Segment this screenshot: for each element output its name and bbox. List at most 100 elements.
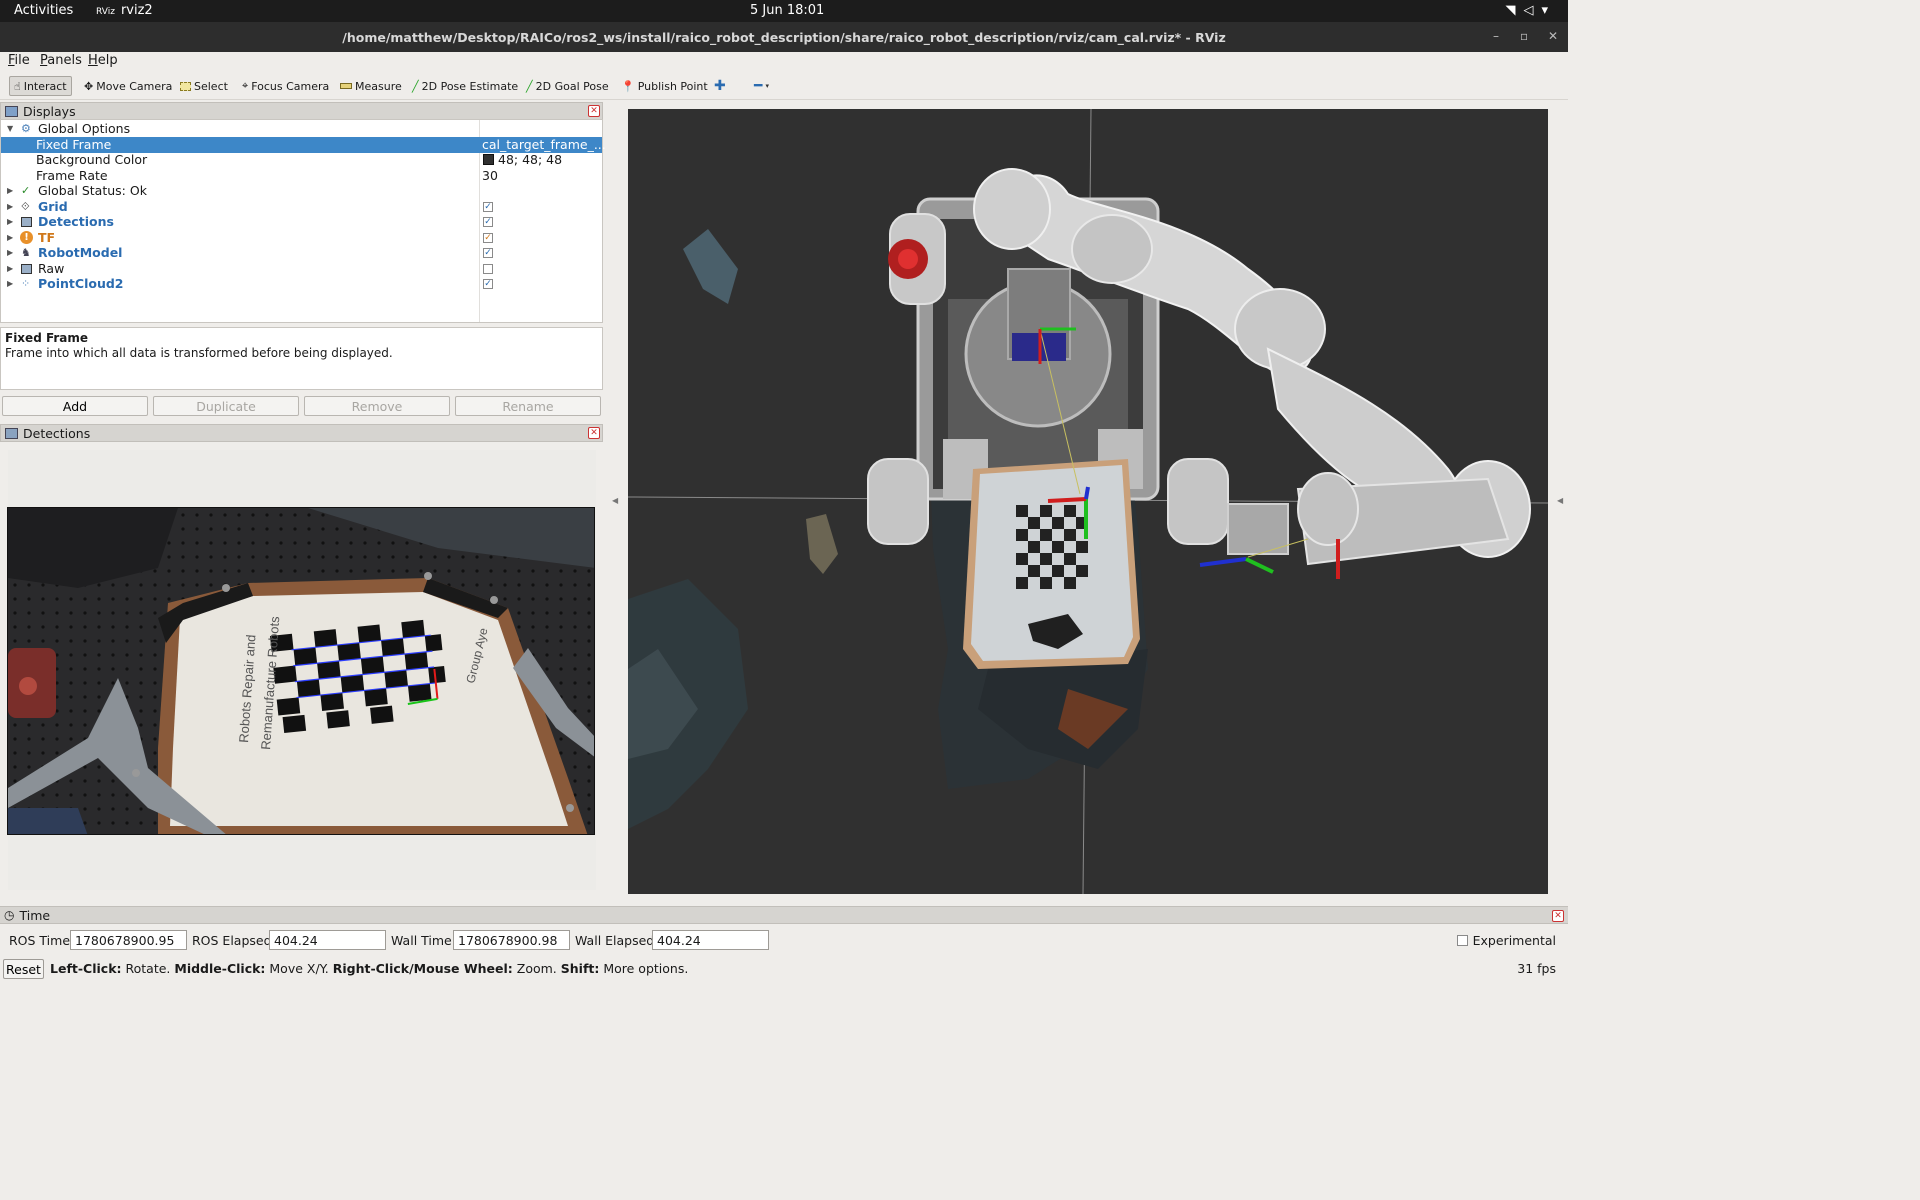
measure-tool[interactable]: Measure bbox=[336, 76, 406, 96]
goal-arrow-icon: ╱ bbox=[526, 79, 533, 93]
display-row-global-options[interactable]: ▼ ⚙ Global Options bbox=[1, 121, 602, 137]
grid-enabled-checkbox[interactable]: ✓ bbox=[483, 201, 493, 212]
volume-icon: ◁ bbox=[1523, 3, 1542, 18]
displays-tree[interactable]: ▼ ⚙ Global Options Fixed Frame cal_targe… bbox=[0, 119, 606, 323]
display-row-raw[interactable]: ▶ Raw bbox=[1, 261, 602, 277]
focus-camera-tool[interactable]: ⌖ Focus Camera bbox=[238, 76, 333, 96]
close-window-icon[interactable]: ✕ bbox=[1548, 29, 1558, 43]
display-row-background-color[interactable]: Background Color 48; 48; 48 bbox=[1, 152, 602, 168]
power-icon: ▾ bbox=[1541, 3, 1556, 18]
expand-arrow-icon[interactable]: ▶ bbox=[7, 217, 13, 226]
activities-button[interactable]: Activities bbox=[14, 3, 73, 18]
ruler-icon bbox=[340, 83, 352, 89]
expand-arrow-icon[interactable]: ▶ bbox=[7, 202, 13, 211]
menu-file[interactable]: File bbox=[8, 53, 30, 68]
close-time-icon[interactable]: ✕ bbox=[1552, 910, 1564, 922]
background-color-value[interactable]: 48; 48; 48 bbox=[498, 152, 562, 167]
property-label: Fixed Frame bbox=[36, 137, 112, 153]
expand-arrow-icon[interactable]: ▶ bbox=[7, 186, 13, 195]
detections-panel-header[interactable]: Detections ✕ bbox=[0, 424, 603, 442]
remove-display-button[interactable]: Remove bbox=[304, 396, 450, 416]
time-panel-title: Time bbox=[19, 907, 51, 923]
wall-elapsed-field[interactable]: 404.24 bbox=[652, 930, 769, 950]
focus-camera-icon: ⌖ bbox=[242, 79, 249, 92]
description-title: Fixed Frame bbox=[5, 331, 89, 345]
interact-tool[interactable]: ☝ Interact bbox=[9, 76, 72, 96]
display-row-pointcloud2[interactable]: ▶ ⁘ PointCloud2 ✓ bbox=[1, 276, 602, 292]
maximize-icon[interactable]: ▫ bbox=[1520, 29, 1528, 43]
display-row-robotmodel[interactable]: ▶ ♞ RobotModel ✓ bbox=[1, 245, 602, 261]
select-tool[interactable]: Select bbox=[176, 76, 232, 96]
tf-enabled-checkbox[interactable]: ✓ bbox=[483, 232, 493, 243]
camera-image[interactable]: Robots Repair and Remanufacture Robots G… bbox=[7, 507, 595, 835]
expand-arrow-icon[interactable]: ▶ bbox=[7, 233, 13, 242]
minimize-icon[interactable]: – bbox=[1493, 29, 1499, 43]
wall-time-label: Wall Time: bbox=[391, 933, 456, 948]
ros-elapsed-label: ROS Elapsed: bbox=[192, 933, 276, 948]
time-panel-header[interactable]: ◷ Time ✕ bbox=[0, 906, 1568, 924]
display-label: Global Status: Ok bbox=[38, 183, 147, 199]
pointcloud2-enabled-checkbox[interactable]: ✓ bbox=[483, 278, 493, 289]
plus-icon: ✚ bbox=[714, 78, 726, 94]
monitor-icon bbox=[5, 105, 18, 117]
move-camera-tool[interactable]: ✥ Move Camera bbox=[80, 76, 176, 96]
goal-pose-tool[interactable]: ╱ 2D Goal Pose bbox=[522, 76, 613, 96]
add-tool-button[interactable]: ✚ bbox=[710, 76, 730, 96]
rename-display-button[interactable]: Rename bbox=[455, 396, 601, 416]
collapse-right-arrow-icon[interactable]: ◀ bbox=[1557, 496, 1563, 505]
pose-estimate-tool[interactable]: ╱ 2D Pose Estimate bbox=[408, 76, 522, 96]
app-name: rviz2 bbox=[120, 3, 153, 18]
close-displays-icon[interactable]: ✕ bbox=[588, 105, 600, 117]
middle-click-label: Middle-Click: bbox=[174, 961, 266, 976]
3d-scene bbox=[628, 109, 1548, 894]
expand-arrow-icon[interactable]: ▶ bbox=[7, 248, 13, 257]
display-row-fixed-frame[interactable]: Fixed Frame cal_target_frame_... bbox=[1, 137, 606, 153]
ros-time-field[interactable]: 1780678900.95 bbox=[70, 930, 187, 950]
system-tray[interactable]: ◥◁▾ bbox=[1505, 3, 1556, 18]
display-row-tf[interactable]: ▶ ! TF ✓ bbox=[1, 230, 602, 246]
system-top-bar: Activities RViz rviz2 5 Jun 18:01 ◥◁▾ bbox=[0, 0, 1568, 22]
display-row-global-status[interactable]: ▶ ✓ Global Status: Ok bbox=[1, 183, 602, 199]
experimental-toggle[interactable]: Experimental bbox=[1456, 933, 1556, 948]
add-display-button[interactable]: Add bbox=[2, 396, 148, 416]
raw-enabled-checkbox[interactable] bbox=[483, 263, 493, 274]
displays-panel-header[interactable]: Displays ✕ bbox=[0, 102, 603, 120]
publish-point-tool[interactable]: 📍 Publish Point bbox=[617, 76, 712, 96]
expand-arrow-icon[interactable]: ▶ bbox=[7, 264, 13, 273]
property-label: Background Color bbox=[36, 152, 148, 168]
remove-tool-button[interactable]: ━ ▾ bbox=[750, 76, 773, 96]
clock[interactable]: 5 Jun 18:01 bbox=[750, 3, 824, 18]
robotmodel-enabled-checkbox[interactable]: ✓ bbox=[483, 247, 493, 258]
chevron-down-icon: ▾ bbox=[765, 82, 769, 90]
experimental-label: Experimental bbox=[1472, 933, 1556, 948]
pose-estimate-label: 2D Pose Estimate bbox=[421, 79, 519, 93]
displays-title: Displays bbox=[23, 103, 76, 119]
display-row-detections[interactable]: ▶ Detections ✓ bbox=[1, 214, 602, 230]
hand-icon: ☝ bbox=[14, 79, 21, 93]
color-swatch[interactable] bbox=[483, 154, 494, 166]
shift-label: Shift: bbox=[560, 961, 600, 976]
reset-button[interactable]: Reset bbox=[3, 959, 44, 979]
display-row-grid[interactable]: ▶ ⟐ Grid ✓ bbox=[1, 199, 602, 215]
wall-time-field[interactable]: 1780678900.98 bbox=[453, 930, 570, 950]
collapse-left-arrow-icon[interactable]: ◀ bbox=[612, 496, 618, 505]
expand-arrow-icon[interactable]: ▶ bbox=[7, 279, 13, 288]
fixed-frame-value[interactable]: cal_target_frame_... bbox=[482, 137, 606, 152]
close-detections-icon[interactable]: ✕ bbox=[588, 427, 600, 439]
menu-help[interactable]: Help bbox=[88, 53, 118, 68]
pose-arrow-icon: ╱ bbox=[412, 79, 419, 93]
render-viewport[interactable] bbox=[628, 109, 1548, 894]
display-label: RobotModel bbox=[38, 245, 123, 261]
camera-image-drawing: Robots Repair and Remanufacture Robots G… bbox=[8, 508, 594, 834]
ros-elapsed-field[interactable]: 404.24 bbox=[269, 930, 386, 950]
detections-enabled-checkbox[interactable]: ✓ bbox=[483, 216, 493, 227]
frame-rate-value[interactable]: 30 bbox=[482, 168, 498, 183]
duplicate-display-button[interactable]: Duplicate bbox=[153, 396, 299, 416]
rotate-text: Rotate. bbox=[121, 961, 175, 976]
collapse-arrow-icon[interactable]: ▼ bbox=[7, 124, 13, 133]
display-row-frame-rate[interactable]: Frame Rate 30 bbox=[1, 168, 602, 184]
menu-panels[interactable]: Panels bbox=[40, 53, 82, 68]
more-text: More options. bbox=[599, 961, 689, 976]
experimental-checkbox[interactable] bbox=[1456, 935, 1468, 946]
app-menu[interactable]: RViz rviz2 bbox=[96, 3, 153, 18]
